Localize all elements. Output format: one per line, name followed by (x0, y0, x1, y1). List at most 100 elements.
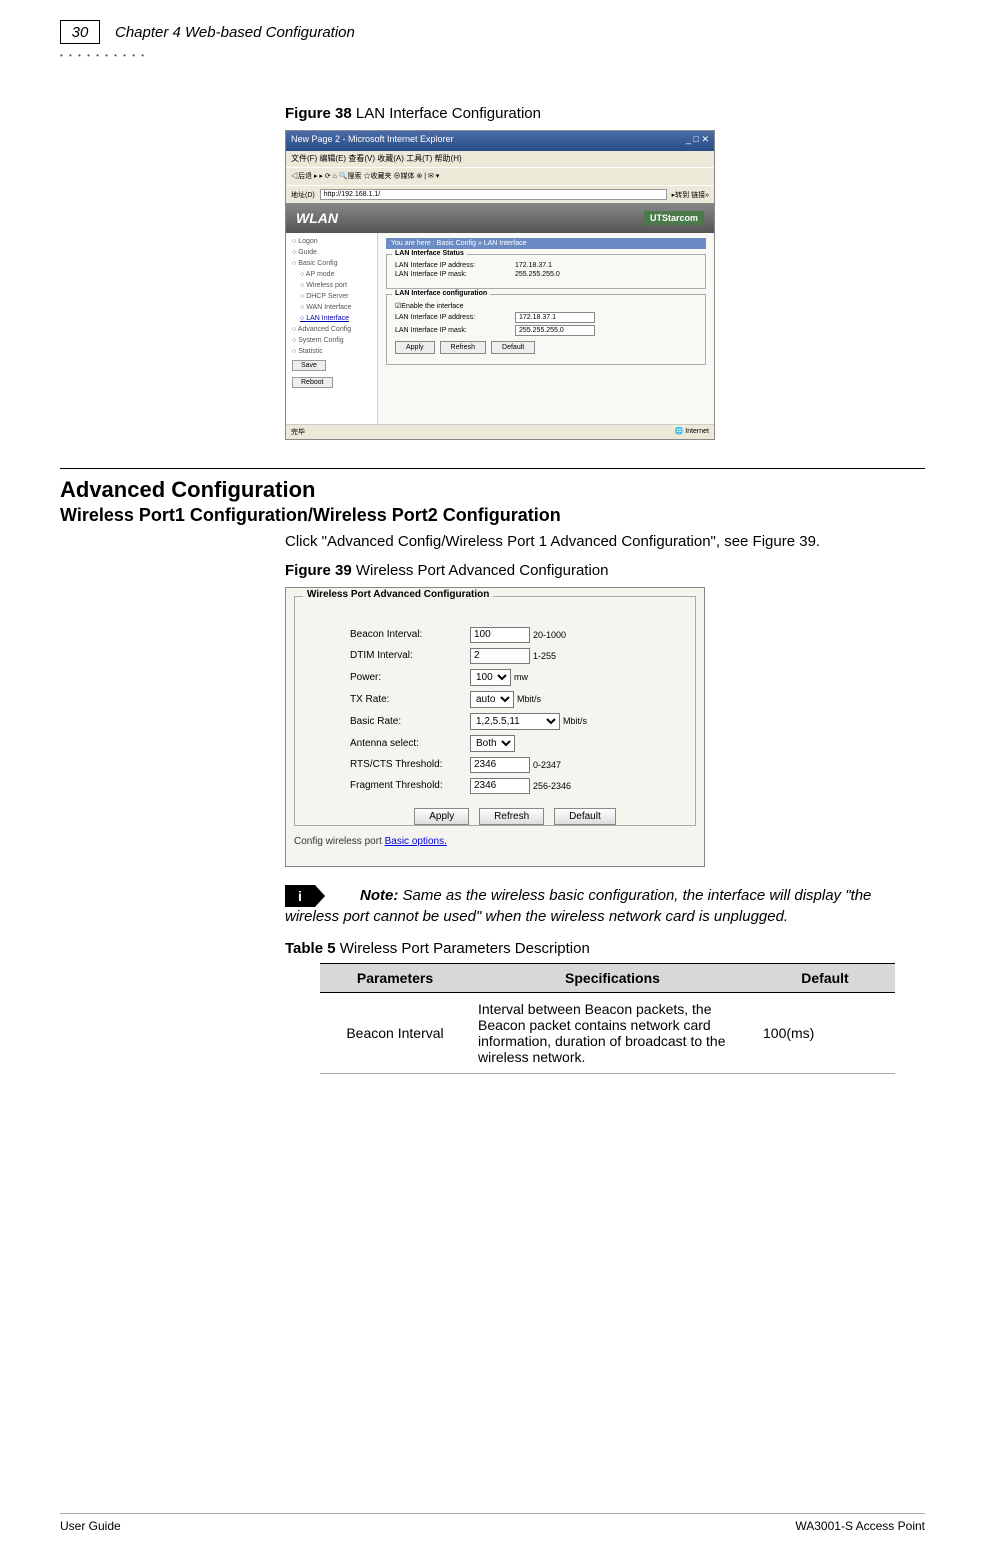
antenna-select[interactable]: Both (470, 735, 515, 752)
go-button[interactable]: ▸转到 链接» (672, 190, 709, 200)
status-ip-label: LAN Interface IP address: (395, 262, 515, 269)
info-icon: i (285, 885, 315, 907)
refresh-button-2[interactable]: Refresh (479, 808, 544, 825)
note-text: Note: Same as the wireless basic configu… (285, 885, 895, 929)
figure39-screenshot: Wireless Port Advanced Configuration Bea… (285, 587, 705, 867)
browser-title: New Page 2 - Microsoft Internet Explorer (291, 134, 454, 148)
beacon-label: Beacon Interval: (350, 629, 470, 640)
dtim-input[interactable] (470, 648, 530, 664)
basicrate-select[interactable]: 1,2,5.5,11 (470, 713, 560, 730)
section-body: Click "Advanced Config/Wireless Port 1 A… (285, 531, 895, 554)
wireless-config-fieldset: Wireless Port Advanced Configuration Bea… (294, 596, 696, 826)
basic-options-link[interactable]: Basic options. (385, 836, 447, 847)
beacon-range: 20-1000 (533, 630, 566, 640)
reboot-button[interactable]: Reboot (292, 377, 333, 388)
config-legend: LAN Interface configuration (392, 290, 490, 297)
nav-wan[interactable]: ○ WAN Interface (297, 302, 374, 313)
nav-basic[interactable]: ○ Basic Config (289, 258, 374, 269)
nav-advanced[interactable]: ○ Advanced Config (289, 324, 374, 335)
addr-input[interactable]: http://192.168.1.1/ (320, 189, 667, 200)
nav-statistic[interactable]: ○ Statistic (289, 346, 374, 357)
config-mask-input[interactable]: 255.255.255.0 (515, 325, 595, 336)
nav-wireless[interactable]: ○ Wireless port (297, 280, 374, 291)
config-ip-label: LAN Interface IP address: (395, 314, 515, 321)
browser-addressbar: 地址(D) http://192.168.1.1/ ▸转到 链接» (286, 185, 714, 203)
app-header: WLAN UTStarcom (286, 203, 714, 233)
section-rule (60, 468, 925, 469)
frag-input[interactable] (470, 778, 530, 794)
window-controls: _ □ ✕ (686, 134, 709, 148)
status-mask-value: 255.255.255.0 (515, 271, 560, 278)
rtscts-range: 0-2347 (533, 760, 561, 770)
table-header-row: Parameters Specifications Default (320, 964, 895, 993)
wlan-logo: WLAN (296, 210, 338, 226)
cell-spec: Interval between Beacon packets, the Bea… (470, 993, 755, 1074)
beacon-input[interactable] (470, 627, 530, 643)
th-specifications: Specifications (470, 964, 755, 993)
table5-label: Table 5 (285, 940, 336, 957)
default-button-2[interactable]: Default (554, 808, 616, 825)
rtscts-label: RTS/CTS Threshold: (350, 759, 470, 770)
dtim-range: 1-255 (533, 651, 556, 661)
lan-config-fieldset: LAN Interface configuration ☑ Enable the… (386, 294, 706, 365)
section-title: Advanced Configuration (60, 477, 925, 503)
txrate-unit: Mbit/s (517, 694, 541, 704)
config-ip-input[interactable]: 172.18.37.1 (515, 312, 595, 323)
antenna-label: Antenna select: (350, 738, 470, 749)
browser-statusbar: 完毕 🌐 Internet (286, 424, 714, 439)
apply-button-2[interactable]: Apply (414, 808, 469, 825)
sidebar-nav: ○ Logon ○ Guide ○ Basic Config ○ AP mode… (286, 233, 378, 424)
status-left: 完毕 (291, 427, 305, 437)
figure39-caption: Figure 39 Wireless Port Advanced Configu… (285, 562, 925, 579)
table5-name: Wireless Port Parameters Description (336, 940, 590, 957)
table-row: Beacon Interval Interval between Beacon … (320, 993, 895, 1074)
power-label: Power: (350, 672, 470, 683)
nav-ap[interactable]: ○ AP mode (297, 269, 374, 280)
txrate-select[interactable]: auto (470, 691, 514, 708)
utstarcom-logo: UTStarcom (644, 211, 704, 225)
apply-button[interactable]: Apply (395, 341, 435, 354)
nav-logon[interactable]: ○ Logon (289, 236, 374, 247)
note-label: Note: (360, 887, 398, 904)
footer-left: User Guide (60, 1519, 121, 1533)
page-number: 30 (60, 20, 100, 44)
parameters-table: Parameters Specifications Default Beacon… (320, 963, 895, 1074)
table5-caption: Table 5 Wireless Port Parameters Descrip… (285, 940, 925, 957)
refresh-button[interactable]: Refresh (440, 341, 487, 354)
figure38-label: Figure 38 (285, 105, 352, 122)
save-button[interactable]: Save (292, 360, 326, 371)
figure39-name: Wireless Port Advanced Configuration (352, 562, 609, 579)
cell-param: Beacon Interval (320, 993, 470, 1074)
lan-status-fieldset: LAN Interface Status LAN Interface IP ad… (386, 254, 706, 289)
config-footer: Config wireless port Basic options. (294, 836, 696, 847)
frag-range: 256-2346 (533, 781, 571, 791)
config-mask-label: LAN Interface IP mask: (395, 327, 515, 334)
browser-toolbar: ◁后退 ▸ ▸ ⟳ ⌂ 🔍搜索 ☆收藏夹 ⊕媒体 ⊛ | ✉ ▾ (286, 167, 714, 185)
figure38-screenshot: New Page 2 - Microsoft Internet Explorer… (285, 130, 715, 440)
figure39-label: Figure 39 (285, 562, 352, 579)
power-unit: mw (514, 672, 528, 682)
footer-text: Config wireless port (294, 836, 385, 847)
rtscts-input[interactable] (470, 757, 530, 773)
power-select[interactable]: 100 (470, 669, 511, 686)
chapter-title: Chapter 4 Web-based Configuration (115, 24, 355, 41)
enable-label: Enable the interface (401, 303, 463, 310)
figure38-caption: Figure 38 LAN Interface Configuration (285, 105, 925, 122)
status-mask-label: LAN Interface IP mask: (395, 271, 515, 278)
txrate-label: TX Rate: (350, 694, 470, 705)
status-right: 🌐 Internet (675, 427, 709, 437)
default-button[interactable]: Default (491, 341, 535, 354)
nav-system[interactable]: ○ System Config (289, 335, 374, 346)
nav-lan[interactable]: ○ LAN Interface (297, 313, 374, 324)
footer-right: WA3001-S Access Point (795, 1519, 925, 1533)
frag-label: Fragment Threshold: (350, 780, 470, 791)
browser-menubar: 文件(F) 编辑(E) 查看(V) 收藏(A) 工具(T) 帮助(H) (286, 151, 714, 167)
basicrate-label: Basic Rate: (350, 716, 470, 727)
nav-guide[interactable]: ○ Guide (289, 247, 374, 258)
nav-dhcp[interactable]: ○ DHCP Server (297, 291, 374, 302)
th-default: Default (755, 964, 895, 993)
page-footer: User Guide WA3001-S Access Point (60, 1513, 925, 1533)
status-legend: LAN Interface Status (392, 250, 467, 257)
th-parameters: Parameters (320, 964, 470, 993)
basicrate-unit: Mbit/s (563, 716, 587, 726)
